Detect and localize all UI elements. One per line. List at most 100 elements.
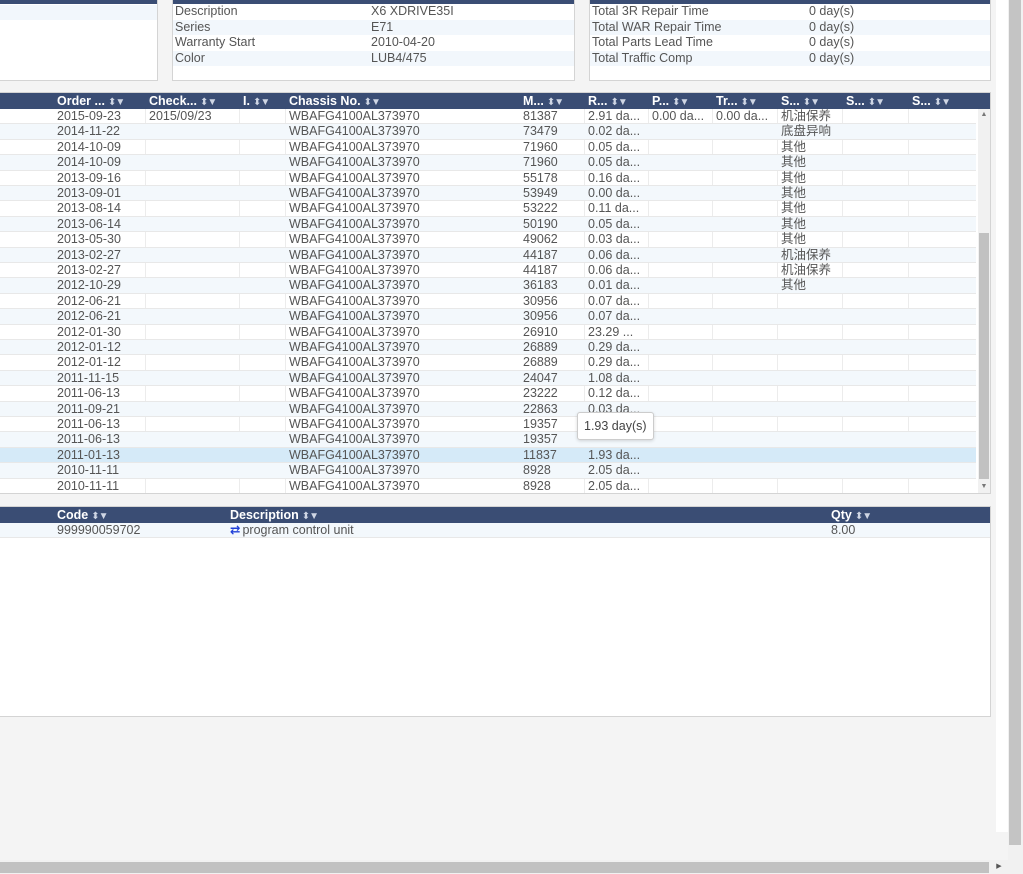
orders-grid-scrollbar[interactable]: ▲ ▼ xyxy=(978,109,990,493)
column-header-order-date[interactable]: Order ... ⬍▼ xyxy=(57,93,149,109)
column-header-chassis-no[interactable]: Chassis No. ⬍▼ xyxy=(289,93,523,109)
scrollbar-thumb[interactable] xyxy=(979,233,989,479)
table-row[interactable]: 2011-11-15 WBAFG4100AL373970 24047 1.08 da.… xyxy=(0,370,976,387)
window-vertical-scrollbar[interactable] xyxy=(1008,0,1023,860)
cell-order-date: 2012-10-29 xyxy=(57,278,121,293)
cell-chassis-no: WBAFG4100AL373970 xyxy=(289,478,420,493)
table-row[interactable]: 2010-11-11 WBAFG4100AL373970 8928 2.05 da..… xyxy=(0,479,976,493)
sort-filter-icon[interactable]: ⬍▼ xyxy=(672,97,689,108)
table-row[interactable]: 2011-01-13 WBAFG4100AL373970 11837 1.93 da.… xyxy=(0,447,976,464)
cell-chassis-no: WBAFG4100AL373970 xyxy=(289,340,420,354)
sort-filter-icon[interactable]: ⬍▼ xyxy=(855,511,872,522)
table-row[interactable]: 2012-10-29 WBAFG4100AL373970 36183 0.01 da.… xyxy=(0,278,976,294)
vehicle-info-label: Description xyxy=(175,4,238,18)
table-row[interactable]: 2012-01-12 WBAFG4100AL373970 26889 0.29 da.… xyxy=(0,355,976,371)
sort-filter-icon[interactable]: ⬍▼ xyxy=(934,97,951,108)
table-row[interactable]: 2011-06-13 WBAFG4100AL373970 19357 xyxy=(0,417,976,433)
table-row[interactable]: 2011-06-13 WBAFG4100AL373970 19357 xyxy=(0,432,976,448)
swap-arrows-icon[interactable]: ⇄ xyxy=(230,523,240,537)
cell-s1: 其他 xyxy=(781,278,807,293)
table-row[interactable]: 2013-02-27 WBAFG4100AL373970 44187 0.06 da.… xyxy=(0,247,976,263)
table-row[interactable]: 2012-06-21 WBAFG4100AL373970 30956 0.07 da.… xyxy=(0,294,976,310)
sort-filter-icon[interactable]: ⬍▼ xyxy=(741,97,758,108)
table-row[interactable]: 2011-09-21 WBAFG4100AL373970 22863 0.03 da.… xyxy=(0,401,976,417)
column-header-mileage[interactable]: M... ⬍▼ xyxy=(523,93,588,109)
table-row[interactable]: 2012-06-21 WBAFG4100AL373970 30956 0.07 da.… xyxy=(0,309,976,325)
cell-mileage: 22863 xyxy=(523,401,558,416)
sort-filter-icon[interactable]: ⬍▼ xyxy=(364,97,381,108)
table-row[interactable]: 2012-01-30 WBAFG4100AL373970 26910 23.29 ..… xyxy=(0,325,976,340)
cell-text: 999990059702 xyxy=(57,523,141,537)
column-header-code[interactable]: Code ⬍▼ xyxy=(57,507,227,523)
column-header-description[interactable]: Description ⬍▼ xyxy=(230,507,830,523)
cell-r: 23.29 ... xyxy=(588,324,634,339)
cell-mileage: 49062 xyxy=(523,232,558,247)
horizontal-scrollbar-thumb[interactable] xyxy=(0,862,989,873)
table-row[interactable]: 2013-02-27 WBAFG4100AL373970 44187 0.06 da.… xyxy=(0,263,976,279)
cell-order-date: 2015-09-23 xyxy=(57,109,121,123)
column-header-i[interactable]: I. ⬍▼ xyxy=(243,93,289,109)
table-row[interactable]: 2013-08-14 WBAFG4100AL373970 53222 0.11 da.… xyxy=(0,201,976,217)
parts-grid-header: Code ⬍▼ Description ⬍▼ Qty ⬍▼ xyxy=(0,507,990,523)
repair-summary-label: Total Parts Lead Time xyxy=(592,35,713,49)
cell-order-date: 2012-01-12 xyxy=(57,355,121,370)
table-row[interactable]: 2013-06-14 WBAFG4100AL373970 50190 0.05 da.… xyxy=(0,216,976,233)
column-header-label: Code xyxy=(57,508,89,522)
cell-s1: 机油保养 xyxy=(781,247,832,262)
sort-filter-icon[interactable]: ⬍▼ xyxy=(253,97,270,108)
cell-mileage: 71960 xyxy=(523,155,558,170)
column-header-s3[interactable]: S... ⬍▼ xyxy=(912,93,978,109)
table-row[interactable]: 2014-10-09 WBAFG4100AL373970 71960 0.05 da.… xyxy=(0,139,976,156)
cell-chassis-no: WBAFG4100AL373970 xyxy=(289,216,420,231)
sort-filter-icon[interactable]: ⬍▼ xyxy=(108,97,125,108)
table-row[interactable]: 2013-09-01 WBAFG4100AL373970 53949 0.00 da.… xyxy=(0,186,976,202)
sort-filter-icon[interactable]: ⬍▼ xyxy=(547,97,564,108)
scroll-up-arrow-icon[interactable]: ▲ xyxy=(978,109,990,121)
cell-tooltip: 1.93 day(s) xyxy=(577,412,654,440)
sort-filter-icon[interactable]: ⬍▼ xyxy=(610,97,627,108)
left-panel-row xyxy=(0,5,157,20)
scroll-right-arrow-icon[interactable]: ▶ xyxy=(993,860,1005,874)
table-row[interactable]: 2014-11-22 WBAFG4100AL373970 73479 0.02 da.… xyxy=(0,124,976,140)
column-header-label: R... xyxy=(588,94,608,108)
column-header-check-date[interactable]: Check... ⬍▼ xyxy=(149,93,243,109)
table-row[interactable]: 2013-09-16 WBAFG4100AL373970 55178 0.16 da.… xyxy=(0,171,976,186)
cell-r: 2.05 da... xyxy=(588,478,641,493)
column-header-tr[interactable]: Tr... ⬍▼ xyxy=(716,93,781,109)
table-row[interactable]: 2013-05-30 WBAFG4100AL373970 49062 0.03 da.… xyxy=(0,232,976,248)
column-header-s2[interactable]: S... ⬍▼ xyxy=(846,93,912,109)
cell-chassis-no: WBAFG4100AL373970 xyxy=(289,232,420,247)
cell-chassis-no: WBAFG4100AL373970 xyxy=(289,124,420,139)
orders-grid-body: 2015-09-23 2015/09/23 WBAFG4100AL373970 813… xyxy=(0,109,976,493)
cell-mileage: 55178 xyxy=(523,170,558,185)
table-row[interactable]: 999990059702 ⇄ program control unit 8.00 xyxy=(0,523,990,539)
sort-filter-icon[interactable]: ⬍▼ xyxy=(803,97,820,108)
column-header-s1[interactable]: S... ⬍▼ xyxy=(781,93,846,109)
cell-order-date: 2012-06-21 xyxy=(57,309,121,324)
table-row[interactable]: 2011-06-13 WBAFG4100AL373970 23222 0.12 da.… xyxy=(0,386,976,402)
repair-summary-row: Total WAR Repair Time 0 day(s) xyxy=(590,19,990,35)
sort-filter-icon[interactable]: ⬍▼ xyxy=(200,97,217,108)
scroll-down-arrow-icon[interactable]: ▼ xyxy=(978,481,990,493)
table-row[interactable]: 2015-09-23 2015/09/23 WBAFG4100AL373970 813… xyxy=(0,109,976,125)
table-row[interactable]: 2010-11-11 WBAFG4100AL373970 8928 2.05 da..… xyxy=(0,463,976,479)
cell-mileage: 50190 xyxy=(523,216,558,231)
cell-order-date: 2011-06-13 xyxy=(57,417,121,431)
cell-s1: 其他 xyxy=(781,186,807,200)
cell-check-date: 2015/09/23 xyxy=(149,109,212,123)
window-horizontal-scrollbar[interactable]: ▶ xyxy=(0,860,1023,874)
window-scrollbar-thumb[interactable] xyxy=(1009,0,1021,845)
table-row[interactable]: 2014-10-09 WBAFG4100AL373970 71960 0.05 da.… xyxy=(0,155,976,171)
table-row[interactable]: 2012-01-12 WBAFG4100AL373970 26889 0.29 da.… xyxy=(0,340,976,356)
column-header-r[interactable]: R... ⬍▼ xyxy=(588,93,652,109)
cell-chassis-no: WBAFG4100AL373970 xyxy=(289,263,420,277)
cell-s1: 其他 xyxy=(781,139,807,154)
column-header-p[interactable]: P... ⬍▼ xyxy=(652,93,716,109)
sort-filter-icon[interactable]: ⬍▼ xyxy=(302,511,319,522)
cell-chassis-no: WBAFG4100AL373970 xyxy=(289,370,420,385)
cell-mileage: 19357 xyxy=(523,432,558,447)
sort-filter-icon[interactable]: ⬍▼ xyxy=(91,511,108,522)
sort-filter-icon[interactable]: ⬍▼ xyxy=(868,97,885,108)
cell-qty: 8.00 xyxy=(831,523,931,537)
column-header-qty[interactable]: Qty ⬍▼ xyxy=(831,507,931,523)
